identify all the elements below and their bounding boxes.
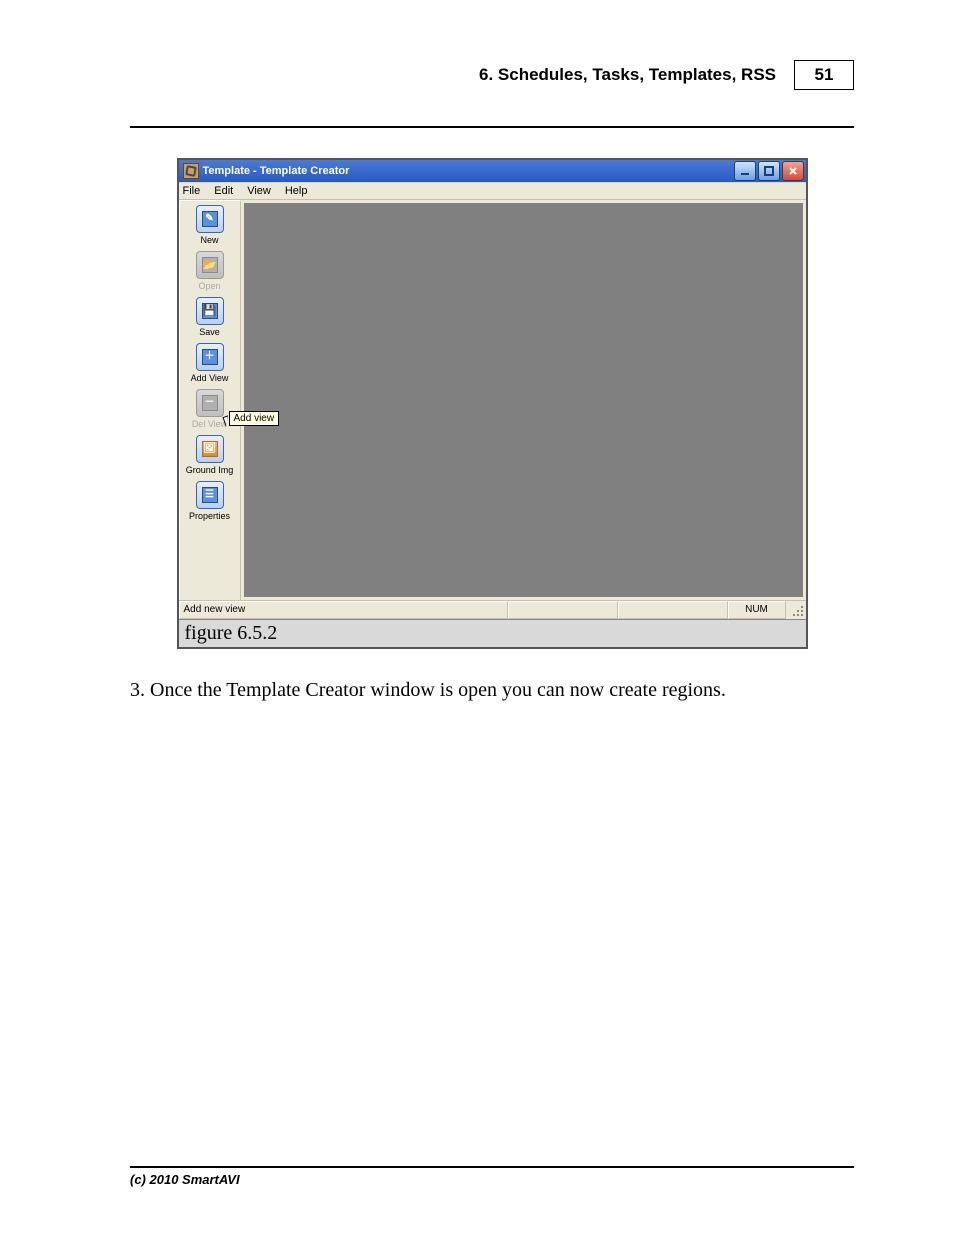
status-cell-2 <box>618 601 728 619</box>
status-cell-1 <box>508 601 618 619</box>
ground-img-button[interactable]: Ground Img <box>181 433 239 477</box>
open-button[interactable]: Open <box>181 249 239 293</box>
close-button[interactable] <box>782 161 804 181</box>
maximize-button[interactable] <box>758 161 780 181</box>
menu-view[interactable]: View <box>247 185 271 197</box>
del-view-label: Del View <box>192 419 227 429</box>
page-header: 6. Schedules, Tasks, Templates, RSS 51 <box>130 60 854 96</box>
page-footer: (c) 2010 SmartAVI <box>130 1166 854 1187</box>
status-message: Add new view <box>179 601 508 619</box>
properties-icon <box>196 481 224 509</box>
open-label: Open <box>198 281 220 291</box>
page-number: 51 <box>794 60 854 90</box>
status-num-indicator: NUM <box>728 601 786 619</box>
minimize-button[interactable] <box>734 161 756 181</box>
tooltip-add-view: Add view <box>229 411 280 426</box>
save-button[interactable]: Save <box>181 295 239 339</box>
template-creator-window: Template - Template Creator File Edit <box>179 160 806 619</box>
new-icon <box>196 205 224 233</box>
menubar: File Edit View Help <box>179 182 806 200</box>
titlebar[interactable]: Template - Template Creator <box>179 160 806 182</box>
figure-6-5-2: Template - Template Creator File Edit <box>177 158 808 649</box>
ground-img-label: Ground Img <box>186 465 234 475</box>
statusbar: Add new view NUM <box>179 600 806 619</box>
del-view-icon <box>196 389 224 417</box>
save-icon <box>196 297 224 325</box>
properties-label: Properties <box>189 511 230 521</box>
step-3-text: 3. Once the Template Creator window is o… <box>130 679 854 702</box>
footer-rule <box>130 1166 854 1168</box>
add-view-label: Add View <box>191 373 229 383</box>
menu-edit[interactable]: Edit <box>214 185 233 197</box>
new-button[interactable]: New <box>181 203 239 247</box>
add-view-button[interactable]: Add View <box>181 341 239 385</box>
canvas-area[interactable] <box>244 203 803 597</box>
resize-grip-icon[interactable] <box>786 601 806 619</box>
app-body: New Open Save Add View <box>179 200 806 600</box>
ground-img-icon <box>196 435 224 463</box>
save-label: Save <box>199 327 220 337</box>
window-buttons <box>734 161 804 181</box>
new-label: New <box>200 235 218 245</box>
menu-file[interactable]: File <box>183 185 201 197</box>
menu-help[interactable]: Help <box>285 185 308 197</box>
properties-button[interactable]: Properties <box>181 479 239 523</box>
open-icon <box>196 251 224 279</box>
header-rule <box>130 126 854 128</box>
app-icon <box>183 163 199 179</box>
figure-caption: figure 6.5.2 <box>179 619 806 647</box>
header-section-title: 6. Schedules, Tasks, Templates, RSS <box>479 65 776 85</box>
copyright-text: (c) 2010 SmartAVI <box>130 1172 854 1187</box>
vertical-toolbar: New Open Save Add View <box>179 200 241 600</box>
window-title: Template - Template Creator <box>203 165 734 177</box>
add-view-icon <box>196 343 224 371</box>
